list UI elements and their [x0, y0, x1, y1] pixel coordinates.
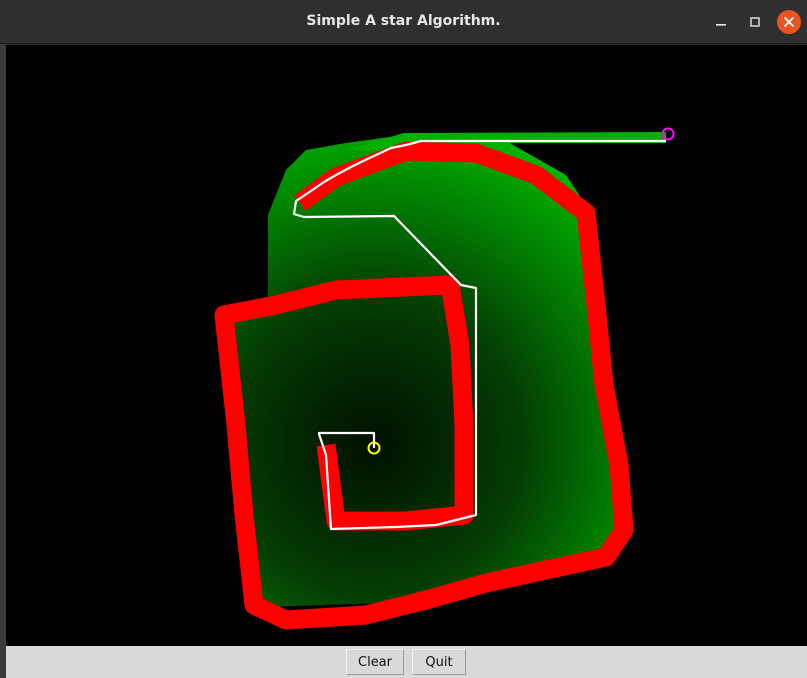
minimize-button[interactable] [709, 10, 733, 34]
close-button[interactable] [777, 10, 801, 34]
maximize-icon [750, 17, 760, 27]
astar-canvas[interactable] [6, 45, 807, 646]
maximize-button[interactable] [743, 10, 767, 34]
button-bar: Clear Quit [6, 646, 807, 678]
minimize-icon [716, 24, 726, 26]
close-icon [784, 17, 794, 27]
quit-button[interactable]: Quit [412, 649, 466, 675]
maze-drawing [214, 127, 675, 630]
window-title: Simple A star Algorithm. [306, 13, 501, 29]
title-bar: Simple A star Algorithm. [0, 0, 807, 44]
clear-button[interactable]: Clear [346, 649, 404, 675]
